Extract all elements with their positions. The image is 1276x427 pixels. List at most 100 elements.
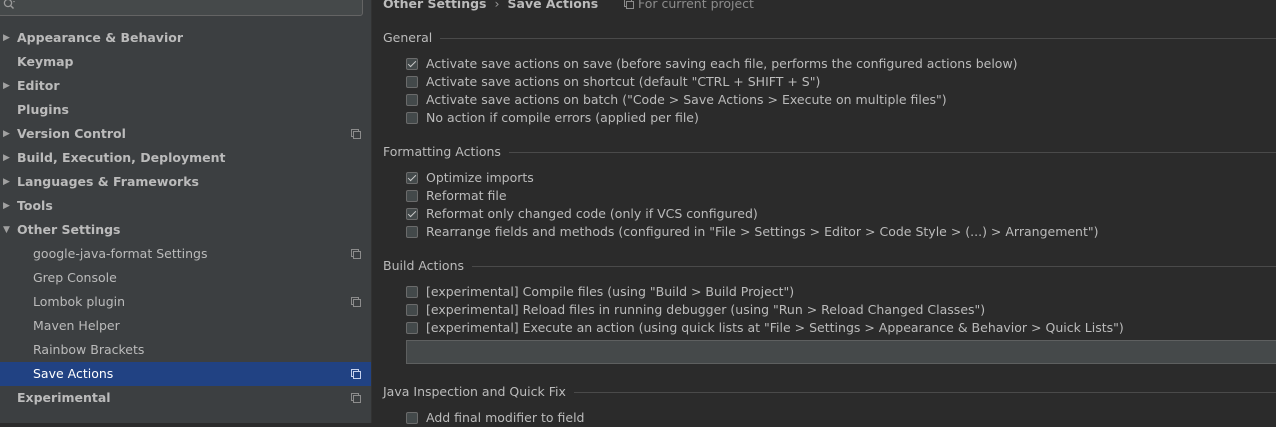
sidebar-item-label: Experimental	[17, 390, 111, 405]
option-label: Optimize imports	[426, 170, 534, 185]
option-general-1[interactable]: Activate save actions on save (before sa…	[406, 55, 1018, 73]
sidebar-item-maven-helper[interactable]: Maven Helper	[0, 314, 371, 338]
sidebar-item-label: Editor	[17, 78, 60, 93]
section-formatting: Formatting Actions	[383, 144, 1276, 160]
scope-indicator: For current project	[624, 0, 754, 12]
option-java-1[interactable]: Add final modifier to field	[406, 409, 584, 427]
checkbox[interactable]	[406, 322, 418, 334]
settings-tree: ▶ Appearance & Behavior Keymap ▶ Editor Plugi…	[0, 26, 371, 410]
sidebar-item-tools[interactable]: ▶ Tools	[0, 194, 371, 218]
sidebar-item-languages-frameworks[interactable]: ▶ Languages & Frameworks	[0, 170, 371, 194]
checkbox[interactable]	[406, 94, 418, 106]
sidebar-item-label: google-java-format Settings	[33, 246, 208, 261]
checkbox[interactable]	[406, 190, 418, 202]
option-build-1[interactable]: [experimental] Compile files (using "Bui…	[406, 283, 794, 301]
sidebar-item-label: Lombok plugin	[33, 294, 126, 309]
option-general-3[interactable]: Activate save actions on batch ("Code > …	[406, 91, 947, 109]
sidebar-item-version-control[interactable]: ▶ Version Control	[0, 122, 371, 146]
sidebar-item-editor[interactable]: ▶ Editor	[0, 74, 371, 98]
expand-arrow-right-icon[interactable]: ▶	[3, 74, 13, 98]
option-formatting-4[interactable]: Rearrange fields and methods (configured…	[406, 223, 1099, 241]
project-scope-icon	[351, 393, 361, 403]
option-build-2[interactable]: [experimental] Reload files in running d…	[406, 301, 985, 319]
checkbox[interactable]	[406, 304, 418, 316]
expand-arrow-down-icon[interactable]: ▼	[3, 218, 13, 242]
option-label: Activate save actions on save (before sa…	[426, 56, 1018, 71]
checkbox[interactable]	[406, 112, 418, 124]
sidebar-item-experimental[interactable]: Experimental	[0, 386, 371, 410]
option-label: Add final modifier to field	[426, 410, 585, 425]
settings-content: Other Settings › Save Actions For current …	[372, 0, 1276, 425]
breadcrumb-separator: ›	[494, 0, 500, 11]
sidebar-item-label: Languages & Frameworks	[17, 174, 199, 189]
section-title-general: General	[383, 30, 433, 45]
sidebar-item-google-java-format-settings[interactable]: google-java-format Settings	[0, 242, 371, 266]
sidebar-item-label: Save Actions	[33, 366, 114, 381]
expand-arrow-right-icon[interactable]: ▶	[3, 26, 13, 50]
breadcrumb: Other Settings › Save Actions	[383, 0, 598, 12]
option-formatting-3[interactable]: Reformat only changed code (only if VCS …	[406, 205, 758, 223]
breadcrumb-current: Save Actions	[507, 0, 599, 11]
option-label: No action if compile errors (applied per…	[426, 110, 699, 125]
section-title-java: Java Inspection and Quick Fix	[383, 384, 566, 399]
option-formatting-2[interactable]: Reformat file	[406, 187, 507, 205]
option-label: Activate save actions on batch ("Code > …	[426, 92, 947, 107]
settings-search-input[interactable]	[0, 0, 363, 16]
sidebar-item-grep-console[interactable]: Grep Console	[0, 266, 371, 290]
settings-sidebar: ▶ Appearance & Behavior Keymap ▶ Editor Plugi…	[0, 0, 372, 423]
sidebar-item-appearance-behavior[interactable]: ▶ Appearance & Behavior	[0, 26, 371, 50]
sidebar-item-label: Rainbow Brackets	[33, 342, 145, 357]
breadcrumb-parent[interactable]: Other Settings	[383, 0, 487, 11]
sidebar-item-keymap[interactable]: Keymap	[0, 50, 371, 74]
sidebar-item-label: Version Control	[17, 126, 126, 141]
option-build-3[interactable]: [experimental] Execute an action (using …	[406, 319, 1124, 337]
sidebar-item-label: Other Settings	[17, 222, 121, 237]
option-label: [experimental] Execute an action (using …	[426, 320, 1124, 335]
sidebar-item-plugins[interactable]: Plugins	[0, 98, 371, 122]
sidebar-item-label: Grep Console	[33, 270, 117, 285]
section-divider	[472, 265, 1276, 267]
sidebar-item-label: Plugins	[17, 102, 69, 117]
project-scope-icon	[351, 129, 361, 139]
checkbox[interactable]	[406, 58, 418, 70]
checkbox[interactable]	[406, 208, 418, 220]
sidebar-item-save-actions[interactable]: Save Actions	[0, 362, 371, 386]
sidebar-item-label: Build, Execution, Deployment	[17, 150, 226, 165]
expand-arrow-right-icon[interactable]: ▶	[3, 170, 13, 194]
expand-arrow-right-icon[interactable]: ▶	[3, 122, 13, 146]
sidebar-item-other-settings[interactable]: ▼ Other Settings	[0, 218, 371, 242]
section-title-formatting: Formatting Actions	[383, 144, 501, 159]
section-general: General	[383, 30, 1276, 46]
section-title-build: Build Actions	[383, 258, 465, 273]
project-scope-icon	[624, 0, 634, 9]
project-scope-icon	[351, 249, 361, 259]
checkbox[interactable]	[406, 412, 418, 424]
project-scope-icon	[351, 369, 361, 379]
option-formatting-1[interactable]: Optimize imports	[406, 169, 534, 187]
checkbox[interactable]	[406, 226, 418, 238]
option-label: Rearrange fields and methods (configured…	[426, 224, 1099, 239]
sidebar-item-rainbow-brackets[interactable]: Rainbow Brackets	[0, 338, 371, 362]
search-icon	[3, 0, 15, 10]
sidebar-item-lombok-plugin[interactable]: Lombok plugin	[0, 290, 371, 314]
sidebar-item-label: Tools	[17, 198, 53, 213]
sidebar-item-build-execution-deployment[interactable]: ▶ Build, Execution, Deployment	[0, 146, 371, 170]
sidebar-item-label: Appearance & Behavior	[17, 30, 183, 45]
section-divider	[573, 391, 1276, 393]
checkbox[interactable]	[406, 172, 418, 184]
checkbox[interactable]	[406, 76, 418, 88]
section-build: Build Actions	[383, 258, 1276, 274]
checkbox[interactable]	[406, 286, 418, 298]
quick-list-action-input[interactable]	[406, 340, 1276, 364]
option-general-4[interactable]: No action if compile errors (applied per…	[406, 109, 699, 127]
section-java: Java Inspection and Quick Fix	[383, 384, 1276, 400]
expand-arrow-right-icon[interactable]: ▶	[3, 146, 13, 170]
option-label: Reformat only changed code (only if VCS …	[426, 206, 758, 221]
option-label: Activate save actions on shortcut (defau…	[426, 74, 821, 89]
option-label: Reformat file	[426, 188, 507, 203]
expand-arrow-right-icon[interactable]: ▶	[3, 194, 13, 218]
section-divider	[440, 37, 1276, 39]
option-general-2[interactable]: Activate save actions on shortcut (defau…	[406, 73, 820, 91]
option-label: [experimental] Compile files (using "Bui…	[426, 284, 795, 299]
scope-label: For current project	[638, 0, 754, 11]
